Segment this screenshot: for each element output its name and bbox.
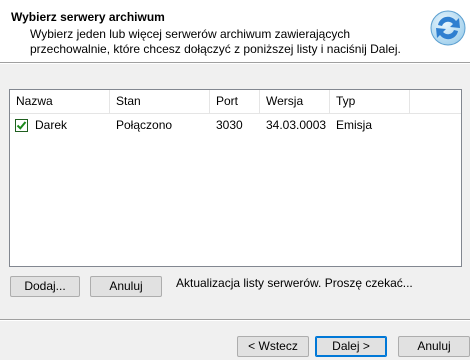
cell-name: Darek [35,118,68,132]
checkmark-icon [16,121,27,130]
column-header-state[interactable]: Stan [110,90,210,113]
add-server-button[interactable]: Dodaj... [10,276,80,297]
footer-divider-highlight [0,320,470,321]
cancel-button[interactable]: Anuluj [398,336,470,357]
next-button[interactable]: Dalej > [315,336,387,357]
page-title: Wybierz serwery archiwum [11,10,165,24]
server-list[interactable]: Nazwa Stan Port Wersja Typ Darek Połączo… [9,89,462,267]
header-divider-highlight [0,63,470,64]
column-header-type[interactable]: Typ [330,90,410,113]
back-button[interactable]: < Wstecz [237,336,309,357]
row-checkbox[interactable] [15,119,28,132]
cancel-refresh-button[interactable]: Anuluj [90,276,162,297]
table-row[interactable]: Darek Połączono 3030 34.03.0003 Emisja [10,114,461,136]
column-header-version[interactable]: Wersja [260,90,330,113]
refresh-arrows-icon [430,10,466,46]
cell-state: Połączono [116,118,173,132]
wizard-header: Wybierz serwery archiwum Wybierz jeden l… [0,0,470,62]
cell-version: 34.03.0003 [266,118,327,132]
cell-port: 3030 [216,118,243,132]
list-header: Nazwa Stan Port Wersja Typ [10,90,461,114]
column-header-port[interactable]: Port [210,90,260,113]
status-text: Aktualizacja listy serwerów. Proszę czek… [176,276,413,290]
cell-type: Emisja [336,118,373,132]
column-header-name[interactable]: Nazwa [10,90,110,113]
page-description: Wybierz jeden lub więcej serwerów archiw… [30,27,401,56]
